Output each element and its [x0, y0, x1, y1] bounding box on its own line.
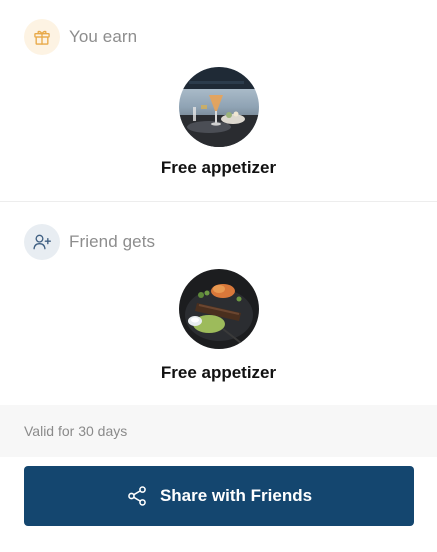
validity-text: Valid for 30 days	[24, 423, 128, 439]
add-user-badge	[24, 224, 60, 260]
friend-gets-label: Friend gets	[69, 232, 156, 251]
you-earn-label: You earn	[69, 27, 138, 46]
friend-gets-section: Friend gets Free appetizer	[0, 202, 437, 405]
friend-gets-header: Friend gets	[24, 224, 155, 260]
share-button-label: Share with Friends	[159, 486, 313, 505]
gift-icon	[34, 30, 50, 45]
friend-reward-image	[179, 269, 259, 349]
share-with-friends-button[interactable]: Share with Friends	[24, 466, 414, 526]
validity-notice: Valid for 30 days	[0, 405, 437, 457]
share-icon	[128, 486, 146, 506]
share-footer: Share with Friends	[0, 457, 437, 552]
you-earn-header: You earn	[24, 19, 137, 55]
earn-reward-image	[179, 67, 259, 147]
add-user-icon	[33, 234, 51, 250]
friend-reward-title: Free appetizer	[160, 363, 277, 382]
earn-reward-title: Free appetizer	[160, 158, 277, 177]
you-earn-section: You earn Free appetizer	[0, 0, 437, 202]
gift-badge	[24, 19, 60, 55]
